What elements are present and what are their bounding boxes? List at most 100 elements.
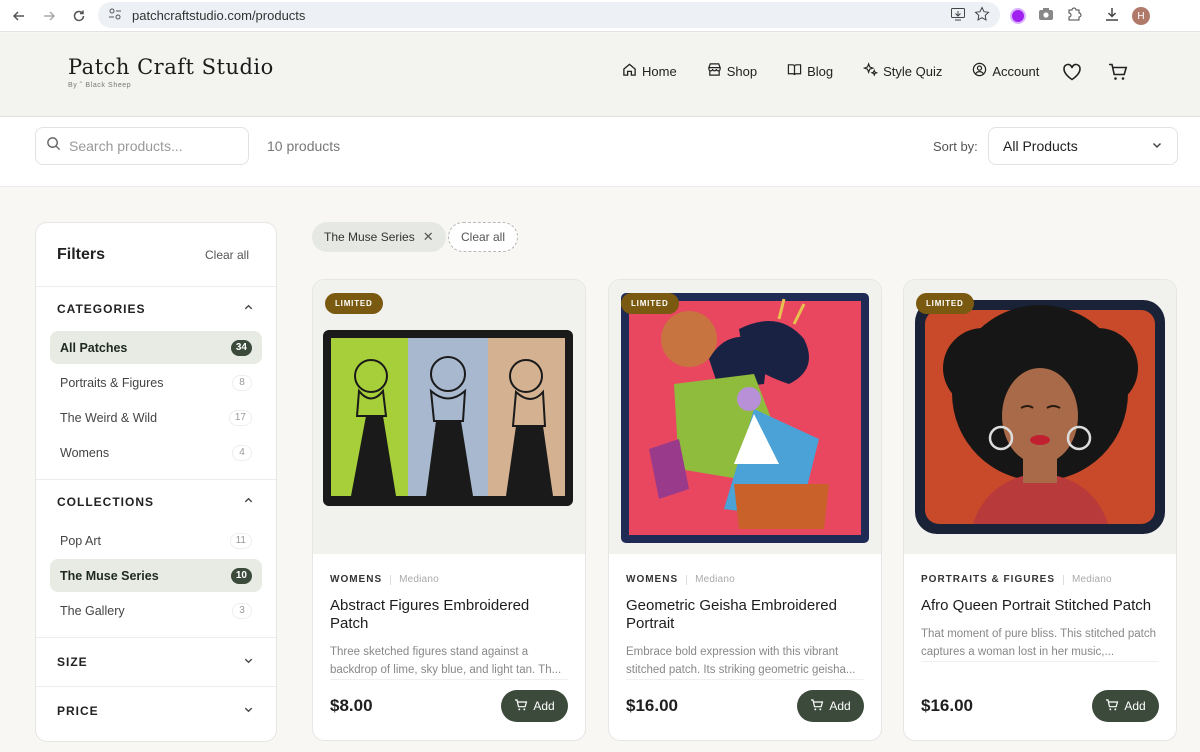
url-text: patchcraftstudio.com/products xyxy=(132,7,306,23)
header-actions xyxy=(1062,63,1128,86)
site-settings-icon[interactable] xyxy=(108,7,122,24)
active-filter-chip[interactable]: The Muse Series ✕ xyxy=(312,222,446,252)
product-image[interactable]: LIMITED xyxy=(904,280,1176,554)
add-to-cart-button[interactable]: Add xyxy=(1092,690,1159,722)
main-nav: Home Shop Blog Style Quiz Account xyxy=(622,62,1039,80)
nav-shop-label: Shop xyxy=(726,63,758,79)
product-footer: $16.00 Add xyxy=(921,690,1159,722)
collections-section: COLLECTIONS Pop Art 11 The Muse Series 1… xyxy=(36,480,276,638)
back-icon[interactable] xyxy=(8,5,30,27)
price-section: PRICE xyxy=(36,687,276,736)
collection-gallery[interactable]: The Gallery 3 xyxy=(50,594,262,627)
add-to-cart-button[interactable]: Add xyxy=(501,690,568,722)
product-image[interactable]: LIMITED xyxy=(609,280,881,554)
collection-pop-art[interactable]: Pop Art 11 xyxy=(50,524,262,557)
close-icon[interactable]: ✕ xyxy=(423,229,434,245)
category-count: 8 xyxy=(232,374,252,391)
product-card[interactable]: LIMITED WOMENS Mediano Abstract Figures … xyxy=(312,279,586,741)
product-image[interactable]: LIMITED xyxy=(313,280,585,554)
nav-account[interactable]: Account xyxy=(972,62,1039,80)
chips-clear-all[interactable]: Clear all xyxy=(448,222,519,252)
product-description: That moment of pure bliss. This stitched… xyxy=(921,626,1159,662)
book-icon xyxy=(787,62,802,80)
nav-blog[interactable]: Blog xyxy=(787,62,833,80)
collection-count: 10 xyxy=(230,567,252,584)
product-category: PORTRAITS & FIGURES xyxy=(921,574,1056,585)
category-all-patches[interactable]: All Patches 34 xyxy=(50,331,262,364)
collection-label: The Gallery xyxy=(60,603,125,618)
cart-icon xyxy=(514,698,528,714)
abstract-figures-patch-image xyxy=(323,330,573,506)
chevron-up-icon xyxy=(243,302,254,316)
product-brand: Mediano xyxy=(399,574,439,585)
limited-badge: LIMITED xyxy=(916,293,974,314)
nav-style-quiz[interactable]: Style Quiz xyxy=(862,62,942,80)
filters-clear-all[interactable]: Clear all xyxy=(205,248,249,262)
site-logo[interactable]: Patch Craft Studio By ˜ Black Sheep xyxy=(68,55,274,89)
filters-title: Filters xyxy=(57,245,106,263)
category-count: 4 xyxy=(232,444,252,461)
category-label: All Patches xyxy=(60,340,128,355)
price-toggle[interactable]: PRICE xyxy=(36,687,276,735)
category-label: Womens xyxy=(60,445,110,460)
reload-icon[interactable] xyxy=(68,5,90,27)
nav-account-label: Account xyxy=(992,63,1040,79)
forward-icon[interactable] xyxy=(38,5,60,27)
collection-count: 3 xyxy=(232,602,252,619)
product-toolbar: 10 products Sort by: All Products xyxy=(0,117,1200,187)
product-category: WOMENS xyxy=(330,574,383,585)
product-brand: Mediano xyxy=(1072,574,1112,585)
heart-icon[interactable] xyxy=(1062,63,1082,86)
product-description: Three sketched figures stand against a b… xyxy=(330,644,568,680)
meta-divider xyxy=(1063,574,1065,585)
product-name[interactable]: Geometric Geisha Embroidered Portrait xyxy=(626,597,864,634)
add-to-cart-button[interactable]: Add xyxy=(797,690,864,722)
cart-icon[interactable] xyxy=(1108,63,1128,86)
price-title: PRICE xyxy=(57,704,99,718)
site-header: Patch Craft Studio By ˜ Black Sheep Home… xyxy=(0,33,1200,117)
product-name[interactable]: Abstract Figures Embroidered Patch xyxy=(330,597,568,634)
search-input[interactable] xyxy=(69,138,229,154)
nav-home[interactable]: Home xyxy=(622,62,677,80)
categories-toggle[interactable]: CATEGORIES xyxy=(36,287,276,331)
address-bar[interactable]: patchcraftstudio.com/products xyxy=(98,2,1000,28)
size-toggle[interactable]: SIZE xyxy=(36,638,276,686)
download-icon[interactable] xyxy=(1104,6,1120,27)
category-label: The Weird & Wild xyxy=(60,410,158,425)
collection-label: The Muse Series xyxy=(60,568,159,583)
geometric-geisha-patch-image xyxy=(621,293,869,543)
extension-icon[interactable] xyxy=(1010,8,1026,24)
category-womens[interactable]: Womens 4 xyxy=(50,436,262,469)
sort-select[interactable]: All Products xyxy=(988,127,1178,165)
search-box[interactable] xyxy=(35,127,249,165)
collection-muse-series[interactable]: The Muse Series 10 xyxy=(50,559,262,592)
category-portraits-figures[interactable]: Portraits & Figures 8 xyxy=(50,366,262,399)
product-footer: $16.00 Add xyxy=(626,690,864,722)
profile-avatar[interactable]: H xyxy=(1132,7,1150,25)
install-app-icon[interactable] xyxy=(950,6,966,25)
product-description: Embrace bold expression with this vibran… xyxy=(626,644,864,680)
product-footer: $8.00 Add xyxy=(330,690,568,722)
product-count: 10 products xyxy=(267,138,341,154)
collection-count: 11 xyxy=(229,532,252,549)
product-meta: PORTRAITS & FIGURES Mediano xyxy=(921,574,1159,585)
product-meta: WOMENS Mediano xyxy=(330,574,568,585)
collection-label: Pop Art xyxy=(60,533,101,548)
logo-subtitle: By ˜ Black Sheep xyxy=(68,82,132,89)
product-brand: Mediano xyxy=(695,574,735,585)
chevron-down-icon xyxy=(1151,138,1163,154)
category-weird-wild[interactable]: The Weird & Wild 17 xyxy=(50,401,262,434)
product-name[interactable]: Afro Queen Portrait Stitched Patch xyxy=(921,597,1159,616)
product-meta: WOMENS Mediano xyxy=(626,574,864,585)
categories-title: CATEGORIES xyxy=(57,302,146,316)
nav-shop[interactable]: Shop xyxy=(707,62,757,80)
camera-icon[interactable] xyxy=(1038,7,1054,26)
product-card[interactable]: LIMITED WOMENS Mediano Geometric Geisha … xyxy=(608,279,882,741)
size-title: SIZE xyxy=(57,655,88,669)
browser-toolbar: patchcraftstudio.com/products H xyxy=(0,0,1200,32)
bookmark-star-icon[interactable] xyxy=(974,5,990,25)
product-card[interactable]: LIMITED PORTRAITS & FIGURES Mediano Afro… xyxy=(903,279,1177,741)
extensions-puzzle-icon[interactable] xyxy=(1066,6,1082,27)
collections-toggle[interactable]: COLLECTIONS xyxy=(36,480,276,524)
store-icon xyxy=(707,62,722,80)
